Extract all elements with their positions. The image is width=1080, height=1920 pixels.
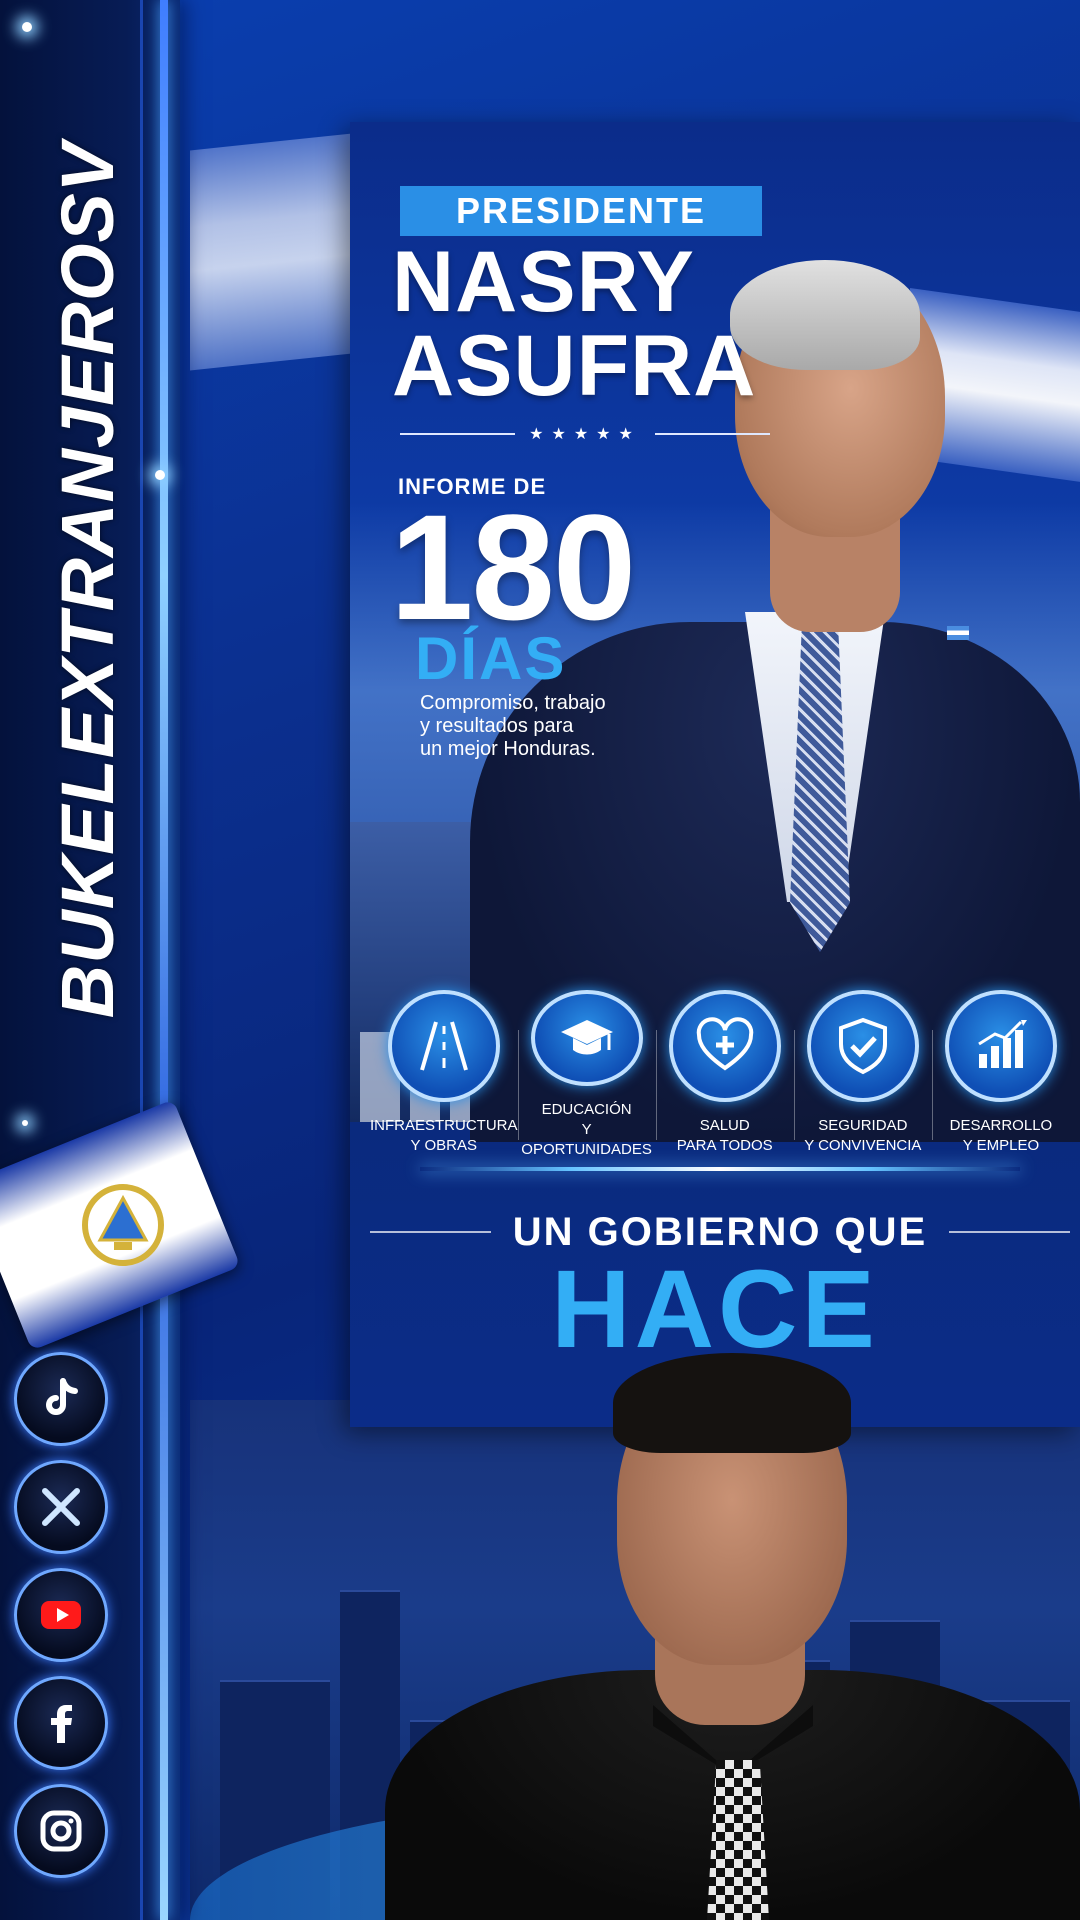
- spark: [22, 22, 32, 32]
- road-icon: [387, 990, 500, 1102]
- pillars-row: INFRAESTRUCTURA Y OBRAS EDUCACIÓN Y OPOR…: [370, 990, 1070, 1160]
- name-line-1: NASRY: [392, 234, 695, 330]
- divider-line: [654, 433, 770, 435]
- presenter: [385, 1345, 1080, 1920]
- president-name: NASRY ASUFRA: [392, 234, 772, 414]
- tiktok-icon[interactable]: [14, 1352, 108, 1446]
- pillar-seguridad: SEGURIDAD Y CONVIVENCIA: [793, 990, 932, 1160]
- flag-pin: [947, 626, 969, 640]
- days-label: DÍAS: [415, 625, 567, 692]
- stars: ★★★★★: [529, 426, 641, 443]
- tagline: Compromiso, trabajo y resultados para un…: [420, 692, 660, 761]
- shield-check-icon: [806, 990, 919, 1102]
- facebook-icon[interactable]: [14, 1676, 108, 1770]
- presenter-hair: [613, 1353, 851, 1453]
- instagram-icon[interactable]: [14, 1784, 108, 1878]
- presidente-badge: PRESIDENTE: [400, 186, 762, 236]
- spark: [22, 1120, 28, 1126]
- spark: [155, 470, 165, 480]
- pillar-label: SEGURIDAD Y CONVIVENCIA: [804, 1116, 921, 1156]
- x-icon[interactable]: [14, 1460, 108, 1554]
- pillar-label-line-2: Y CONVIVENCIA: [804, 1137, 922, 1154]
- pillar-label: DESARROLLO Y EMPLEO: [950, 1116, 1053, 1156]
- name-line-2: ASUFRA: [392, 318, 757, 414]
- divider-line: [949, 1231, 1071, 1233]
- pillar-label-line-1: SEGURIDAD: [818, 1117, 908, 1134]
- pillar-label-line-2: Y OBRAS: [410, 1137, 477, 1154]
- pillar-label-line-2: PARA TODOS: [676, 1137, 773, 1154]
- youtube-icon[interactable]: [14, 1568, 108, 1662]
- divider-line: [370, 1231, 491, 1233]
- pillar-label: INFRAESTRUCTURA Y OBRAS: [370, 1116, 518, 1156]
- pillar-educacion: EDUCACIÓN Y OPORTUNIDADES: [517, 990, 656, 1160]
- sidebar-rail-inner: [140, 0, 143, 1920]
- pillar-label-line-1: DESARROLLO: [949, 1117, 1053, 1134]
- growth-chart-icon: [944, 990, 1057, 1102]
- pillar-salud: SALUD PARA TODOS: [655, 990, 794, 1160]
- heart-medical-icon: [668, 990, 781, 1102]
- days-number: 180: [390, 483, 636, 651]
- divider-line: [400, 433, 516, 435]
- stars-divider: ★★★★★: [400, 419, 770, 449]
- report-poster: PRESIDENTE NASRY ASUFRA ★★★★★ INFORME DE…: [350, 122, 1080, 1427]
- glow-divider: [420, 1167, 1020, 1171]
- pillar-label-line-2: Y EMPLEO: [962, 1137, 1040, 1154]
- pillar-label-line-2: Y OPORTUNIDADES: [521, 1121, 652, 1158]
- sidebar: BUKELEXTRANJEROSV: [0, 0, 241, 1920]
- pillar-label: EDUCACIÓN Y OPORTUNIDADES: [518, 1100, 656, 1160]
- graduation-cap-icon: [530, 990, 643, 1086]
- pillar-label-line-1: EDUCACIÓN: [541, 1101, 632, 1118]
- tagline-line-2: y resultados para: [420, 715, 574, 737]
- pillar-label-line-1: SALUD: [699, 1117, 750, 1134]
- presenter-tie: [707, 1760, 769, 1920]
- pillar-label-line-1: INFRAESTRUCTURA: [370, 1117, 518, 1134]
- pillar-desarrollo: DESARROLLO Y EMPLEO: [931, 990, 1070, 1160]
- tagline-line-1: Compromiso, trabajo: [420, 692, 606, 714]
- pillar-label: SALUD PARA TODOS: [677, 1116, 773, 1156]
- pillar-infraestructura: INFRAESTRUCTURA Y OBRAS: [370, 990, 518, 1160]
- channel-name: BUKELEXTRANJEROSV: [46, 141, 129, 1019]
- sidebar-rail: [160, 0, 168, 1920]
- coat-of-arms-icon: [82, 1184, 164, 1266]
- tagline-line-3: un mejor Honduras.: [420, 738, 596, 760]
